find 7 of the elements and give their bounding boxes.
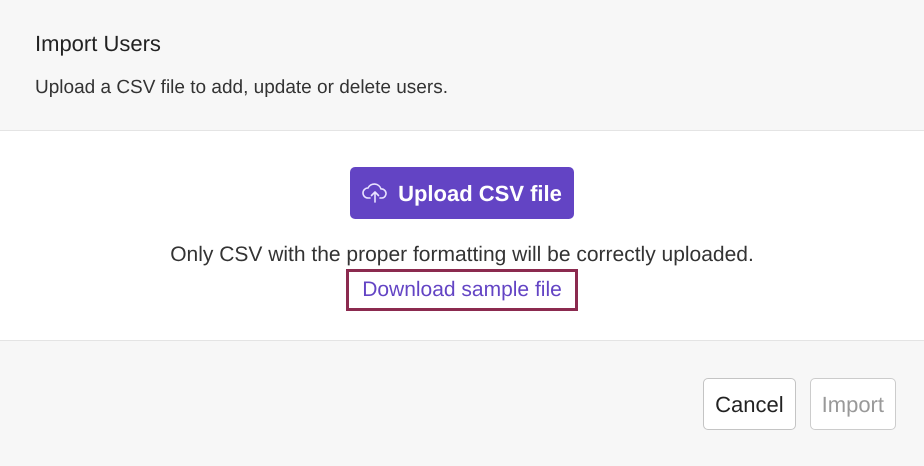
upload-button[interactable]: Upload CSV file	[350, 167, 574, 219]
format-note: Only CSV with the proper formatting will be correctly uploaded.	[170, 242, 754, 268]
dialog-title: Import Users	[35, 30, 162, 58]
dialog-subtitle: Upload a CSV file to add, update or delete users.	[35, 76, 449, 100]
cloud-upload-icon	[362, 182, 388, 204]
download-sample-link[interactable]: Download sample file	[346, 269, 578, 311]
dialog-button[interactable]: Cancel	[703, 378, 796, 430]
